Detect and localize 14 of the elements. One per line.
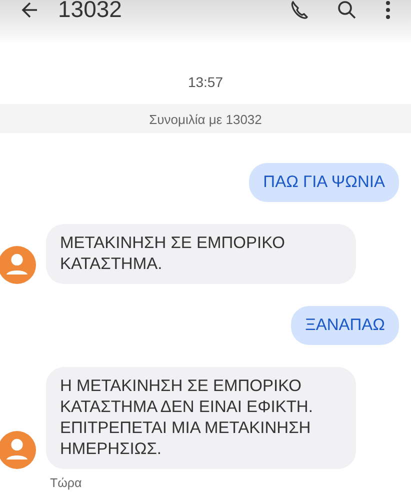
phone-icon[interactable] [289,0,309,20]
avatar-icon [0,431,36,469]
back-icon[interactable] [20,0,40,20]
received-message: Η ΜΕΤΑΚΙΝΗΣΗ ΣΕ ΕΜΠΟΡΙΚΟ ΚΑΤΑΣΤΗΜΑ ΔΕΝ ΕΙΝΑΙ ΕΦΙΚΤΗ. ΕΠΙΤΡΕΠΕΤΑΙ ΜΙΑ ΜΕΤΑΚΙΝΗΣΗ ΗΜΕΡΗΣΙΩΣ. [46,367,356,469]
more-icon[interactable] [385,0,391,20]
sent-message: ΠΑΩ ΓΙΑ ΨΩΝΙΑ [249,163,399,202]
banner-text: Συνομιλία με 13032 [149,112,262,127]
sent-message: ΞΑΝΑΠΑΩ [291,306,399,345]
search-icon[interactable] [337,0,357,20]
message-time: Τώρα [50,476,82,490]
contact-title: 13032 [58,0,122,20]
avatar-icon [0,246,36,284]
received-message: ΜΕΤΑΚΙΝΗΣΗ ΣΕ ΕΜΠΟΡΙΚΟ ΚΑΤΑΣΤΗΜΑ. [46,224,356,284]
timestamp: 13:57 [188,74,224,90]
